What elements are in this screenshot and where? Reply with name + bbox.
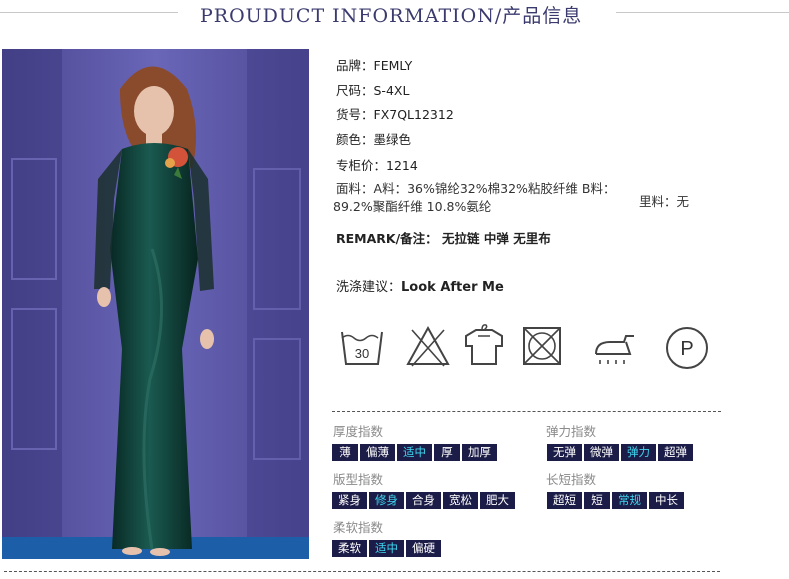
length-option: 中长 <box>649 492 684 509</box>
index-divider <box>332 411 721 412</box>
fabric-field: 面料：A料：36%锦纶32%棉32%粘胶纤维 B料： 89.2%聚酯纤维 10.… <box>333 180 633 216</box>
elasticity-option: 无弹 <box>547 444 582 461</box>
length-chips: 超短短常规 中长 <box>547 492 684 509</box>
price-field: 专柜价：1214 <box>336 158 418 173</box>
thickness-chips: 薄偏薄 适中厚加厚 <box>332 444 497 461</box>
fit-option: 紧身 <box>332 492 367 509</box>
thickness-title: 厚度指数 <box>333 424 384 439</box>
length-option: 超短 <box>547 492 582 509</box>
size-field: 尺码：S-4XL <box>336 83 410 98</box>
fit-option: 合身 <box>406 492 441 509</box>
hang-dry-icon <box>460 322 508 370</box>
fit-chips: 紧身 修身 合身 宽松 肥大 <box>332 492 515 509</box>
elasticity-option: 超弹 <box>658 444 693 461</box>
product-photo <box>2 49 309 559</box>
header-line-left <box>0 12 178 13</box>
care-value: Look After Me <box>401 280 504 295</box>
iron-low-icon <box>590 324 638 372</box>
elasticity-title: 弹力指数 <box>546 424 597 439</box>
softness-chips: 柔软 适中 偏硬 <box>332 540 441 557</box>
fit-option: 修身 <box>369 492 404 509</box>
softness-option: 柔软 <box>332 540 367 557</box>
footer-divider <box>4 571 720 572</box>
fabric-value: A料：36%锦纶32%棉32%粘胶纤维 B料： 89.2%聚酯纤维 10.8%氨… <box>333 181 616 214</box>
fabric-label: 面料： <box>336 181 374 196</box>
fit-title: 版型指数 <box>333 472 384 487</box>
length-option: 常规 <box>612 492 647 509</box>
elasticity-option: 弹力 <box>621 444 656 461</box>
no-tumble-dry-icon <box>518 322 566 370</box>
thickness-option: 加厚 <box>462 444 497 461</box>
thickness-option: 厚 <box>434 444 460 461</box>
softness-option: 适中 <box>369 540 404 557</box>
care-label: 洗涤建议： <box>336 280 402 295</box>
softness-title: 柔软指数 <box>333 520 384 535</box>
elasticity-chips: 无弹 微弹 弹力 超弹 <box>547 444 693 461</box>
sku-field: 货号：FX7QL12312 <box>336 107 454 122</box>
lining-field: 里料：无 <box>639 194 690 209</box>
wash-30-icon: 30 <box>338 324 386 372</box>
dry-clean-letter: P <box>680 338 693 360</box>
fit-option: 肥大 <box>480 492 515 509</box>
fit-option: 宽松 <box>443 492 478 509</box>
color-field: 颜色：墨绿色 <box>336 132 412 147</box>
wash-temp-label: 30 <box>355 346 369 361</box>
length-option: 短 <box>584 492 610 509</box>
no-bleach-icon <box>404 322 452 370</box>
header-line-right <box>616 12 789 13</box>
brand-field: 品牌：FEMLY <box>336 58 413 73</box>
length-title: 长短指数 <box>546 472 597 487</box>
softness-option: 偏硬 <box>406 540 441 557</box>
elasticity-option: 微弹 <box>584 444 619 461</box>
thickness-option: 薄 <box>332 444 358 461</box>
thickness-option: 适中 <box>397 444 432 461</box>
dry-clean-p-icon: P <box>663 324 711 372</box>
remark-field: REMARK/备注： 无拉链 中弹 无里布 <box>336 231 551 246</box>
thickness-option: 偏薄 <box>360 444 395 461</box>
care-advice: 洗涤建议：Look After Me <box>336 276 504 295</box>
page-title: PROUDUCT INFORMATION/产品信息 <box>200 5 583 27</box>
